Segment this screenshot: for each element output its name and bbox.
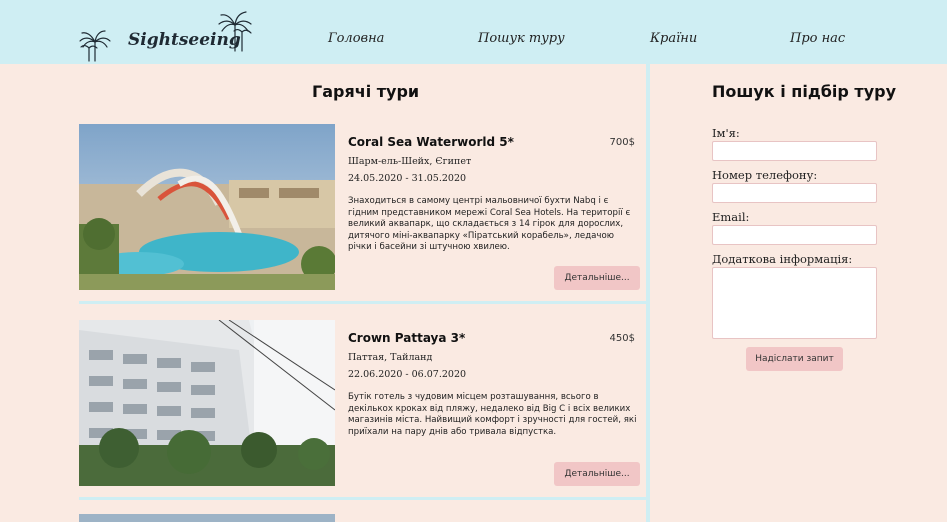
palm-tree-icon xyxy=(218,11,252,52)
details-button[interactable]: Детальніше... xyxy=(554,462,640,486)
phone-field[interactable] xyxy=(712,183,877,203)
tour-price: 450$ xyxy=(609,333,635,344)
tour-location: Шарм-ель-Шейх, Єгипет xyxy=(348,156,472,167)
tour-card: Coral Sea Waterworld 5* 700$ Шарм-ель-Ше… xyxy=(79,124,641,296)
info-label: Додаткова інформація: xyxy=(712,252,853,266)
tour-dates: 24.05.2020 - 31.05.2020 xyxy=(348,173,467,184)
tour-name: Crown Pattaya 3* xyxy=(348,331,466,345)
name-field[interactable] xyxy=(712,141,877,161)
tour-photo-hotel[interactable] xyxy=(79,320,335,486)
nav-about-link[interactable]: Про нас xyxy=(790,31,845,46)
details-button[interactable]: Детальніше... xyxy=(554,266,640,290)
phone-label: Номер телефону: xyxy=(712,168,818,182)
tour-price: 700$ xyxy=(609,137,635,148)
tour-photo-waterpark[interactable] xyxy=(79,124,335,290)
top-nav-bar: Sightseeing Головна Пошук туру Країни Пр… xyxy=(0,0,947,64)
search-form-title: Пошук і підбір туру xyxy=(712,82,897,101)
tour-search-form: Пошук і підбір туру Ім'я: Номер телефону… xyxy=(650,64,947,522)
submit-request-button[interactable]: Надіслати запит xyxy=(746,347,843,371)
nav-home-link[interactable]: Головна xyxy=(328,31,384,46)
tour-dates: 22.06.2020 - 06.07.2020 xyxy=(348,369,467,380)
card-separator xyxy=(79,497,646,500)
email-label: Email: xyxy=(712,210,750,224)
tour-photo-partial[interactable] xyxy=(79,514,335,522)
tour-location: Паттая, Тайланд xyxy=(348,352,433,363)
card-separator xyxy=(79,301,646,304)
hot-tours-section: Гарячі тури Coral Sea Waterworld 5* 700$… xyxy=(0,64,650,522)
tour-description: Бутік готель з чудовим місцем розташуван… xyxy=(348,392,637,437)
palm-tree-icon xyxy=(79,30,111,62)
nav-tour-search-link[interactable]: Пошук туру xyxy=(478,31,565,46)
nav-countries-link[interactable]: Країни xyxy=(650,31,697,46)
tour-card: Crown Pattaya 3* 450$ Паттая, Тайланд 22… xyxy=(79,320,641,492)
site-logo[interactable]: Sightseeing xyxy=(78,8,268,62)
info-textarea[interactable] xyxy=(712,267,877,339)
hot-tours-title: Гарячі тури xyxy=(312,82,420,101)
tour-name: Coral Sea Waterworld 5* xyxy=(348,135,514,149)
tour-description: Знаходиться в самому центрі мальовничої … xyxy=(348,196,631,253)
name-label: Ім'я: xyxy=(712,126,740,140)
email-field[interactable] xyxy=(712,225,877,245)
